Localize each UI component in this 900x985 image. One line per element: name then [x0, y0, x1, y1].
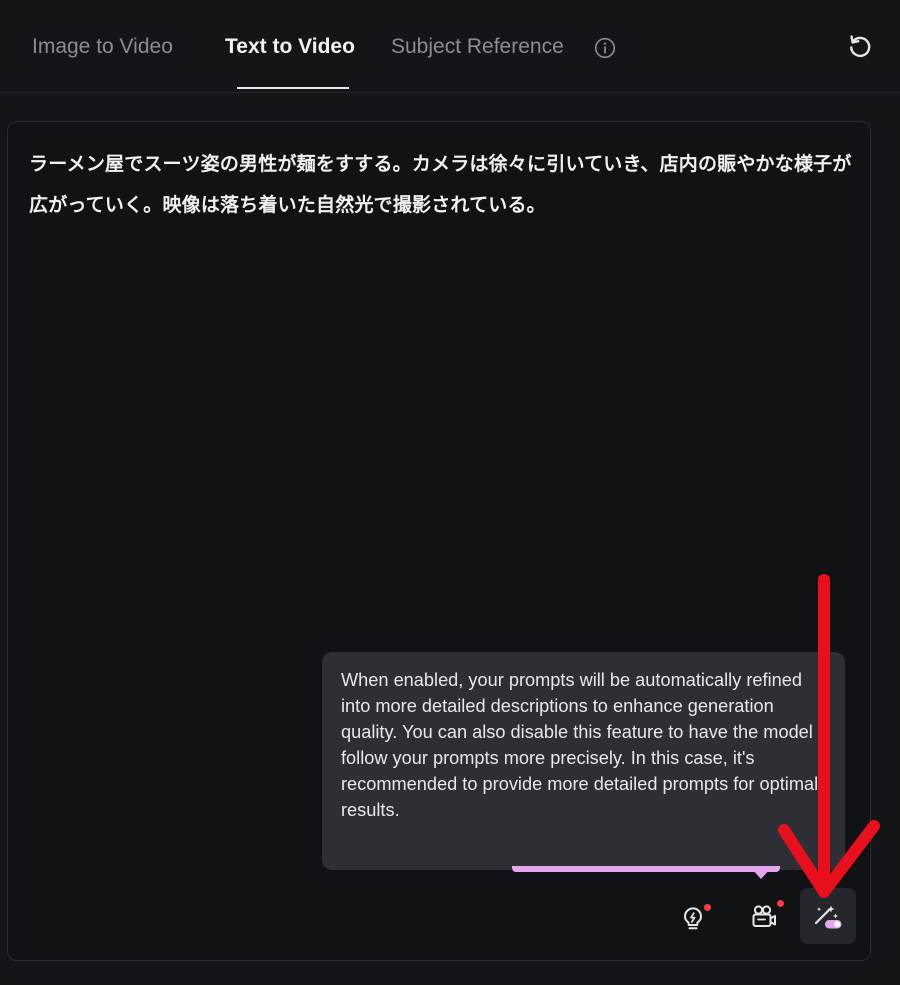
mode-tabs: Image to Video Text to Video Subject Ref…	[0, 0, 900, 93]
magic-wand-toggle-icon	[814, 905, 842, 929]
tab-image-to-video[interactable]: Image to Video	[32, 34, 173, 60]
prompt-ideas-button[interactable]	[671, 897, 715, 941]
idea-notification-dot	[704, 904, 711, 911]
tooltip-accent-bar	[512, 866, 780, 872]
movie-camera-icon	[752, 905, 776, 927]
reset-button[interactable]	[844, 30, 876, 62]
tooltip-text: When enabled, your prompts will be autom…	[341, 670, 819, 820]
prompt-enhance-toggle[interactable]	[800, 888, 856, 944]
camera-control-button[interactable]	[742, 895, 786, 939]
info-icon[interactable]	[594, 37, 616, 59]
app-window: Image to Video Text to Video Subject Ref…	[0, 0, 900, 985]
tooltip-pointer	[751, 868, 771, 879]
camera-notification-dot	[777, 900, 784, 907]
tab-text-to-video[interactable]: Text to Video	[225, 34, 355, 60]
prompt-text[interactable]: ラーメン屋でスーツ姿の男性が麺をすする。カメラは徐々に引いていき、店内の賑やかな…	[29, 144, 859, 226]
tab-subject-reference[interactable]: Subject Reference	[391, 34, 564, 60]
refresh-icon	[850, 35, 871, 58]
lightbulb-icon	[684, 907, 702, 930]
prompt-enhance-tooltip: When enabled, your prompts will be autom…	[322, 652, 845, 870]
active-tab-indicator	[237, 87, 349, 89]
